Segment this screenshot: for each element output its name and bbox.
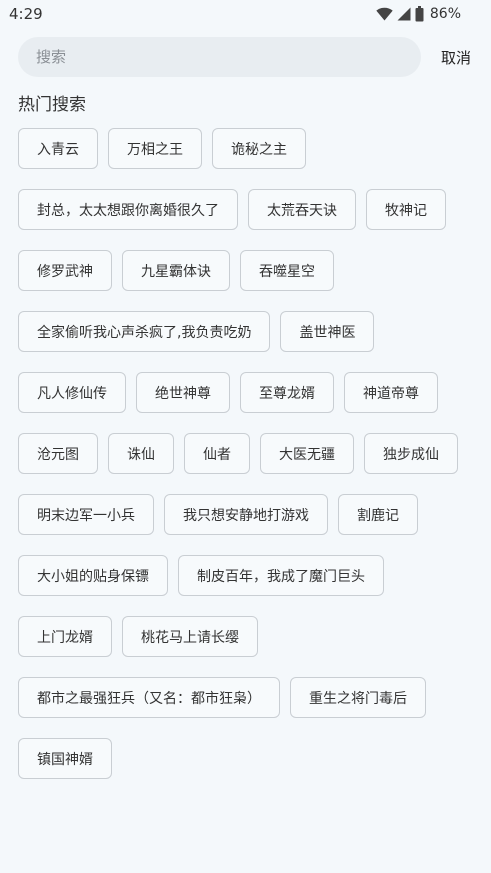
tag-row: 修罗武神 九星霸体诀 吞噬星空: [18, 250, 478, 291]
hot-search-tag[interactable]: 明末边军一小兵: [18, 494, 154, 535]
tag-row: 全家偷听我心声杀疯了,我负责吃奶 盖世神医: [18, 311, 478, 352]
tag-row: 镇国神婿: [18, 738, 478, 779]
hot-search-tag[interactable]: 九星霸体诀: [122, 250, 230, 291]
hot-search-title: 热门搜索: [18, 95, 86, 115]
hot-search-tag[interactable]: 凡人修仙传: [18, 372, 126, 413]
status-icons: 86%: [376, 5, 461, 23]
hot-search-tag[interactable]: 绝世神尊: [136, 372, 230, 413]
hot-search-tag[interactable]: 修罗武神: [18, 250, 112, 291]
hot-search-tag[interactable]: 重生之将门毒后: [290, 677, 426, 718]
hot-search-tag[interactable]: 都市之最强狂兵（又名：都市狂枭）: [18, 677, 280, 718]
hot-search-tag[interactable]: 入青云: [18, 128, 98, 169]
search-bar: 取消: [18, 37, 478, 77]
hot-search-tag[interactable]: 割鹿记: [338, 494, 418, 535]
hot-search-tag[interactable]: 沧元图: [18, 433, 98, 474]
hot-search-tag[interactable]: 太荒吞天诀: [248, 189, 356, 230]
hot-search-tag[interactable]: 诛仙: [108, 433, 174, 474]
tag-row: 明末边军一小兵 我只想安静地打游戏 割鹿记: [18, 494, 478, 535]
search-input[interactable]: [18, 37, 421, 77]
hot-search-tag[interactable]: 制皮百年，我成了魔门巨头: [178, 555, 384, 596]
hot-search-tag[interactable]: 盖世神医: [280, 311, 375, 352]
hot-search-tag[interactable]: 我只想安静地打游戏: [164, 494, 328, 535]
tag-row: 凡人修仙传 绝世神尊 至尊龙婿 神道帝尊: [18, 372, 478, 413]
hot-search-tag[interactable]: 镇国神婿: [18, 738, 112, 779]
hot-search-tags: 入青云 万相之王 诡秘之主 封总，太太想跟你离婚很久了 太荒吞天诀 牧神记 修罗武神 九星霸体…: [18, 128, 478, 799]
hot-search-tag[interactable]: 桃花马上请长缨: [122, 616, 258, 657]
cancel-button[interactable]: 取消: [441, 47, 471, 68]
status-bar: 4:29 86%: [0, 0, 491, 28]
hot-search-tag[interactable]: 独步成仙: [364, 433, 458, 474]
battery-icon: [415, 6, 424, 22]
tag-row: 封总，太太想跟你离婚很久了 太荒吞天诀 牧神记: [18, 189, 478, 230]
hot-search-tag[interactable]: 大医无疆: [260, 433, 354, 474]
hot-search-tag[interactable]: 仙者: [184, 433, 250, 474]
hot-search-tag[interactable]: 大小姐的贴身保镖: [18, 555, 168, 596]
tag-row: 上门龙婿 桃花马上请长缨: [18, 616, 478, 657]
cellular-signal-icon: [397, 7, 411, 21]
hot-search-tag[interactable]: 诡秘之主: [212, 128, 306, 169]
hot-search-tag[interactable]: 封总，太太想跟你离婚很久了: [18, 189, 238, 230]
hot-search-tag[interactable]: 上门龙婿: [18, 616, 112, 657]
tag-row: 入青云 万相之王 诡秘之主: [18, 128, 478, 169]
hot-search-tag[interactable]: 万相之王: [108, 128, 202, 169]
wifi-icon: [376, 7, 393, 21]
hot-search-tag[interactable]: 牧神记: [366, 189, 446, 230]
hot-search-tag[interactable]: 至尊龙婿: [240, 372, 334, 413]
hot-search-tag[interactable]: 全家偷听我心声杀疯了,我负责吃奶: [18, 311, 271, 352]
hot-search-tag[interactable]: 吞噬星空: [240, 250, 334, 291]
tag-row: 沧元图 诛仙 仙者 大医无疆 独步成仙: [18, 433, 478, 474]
battery-percentage: 86%: [429, 6, 461, 22]
hot-search-tag[interactable]: 神道帝尊: [344, 372, 438, 413]
tag-row: 都市之最强狂兵（又名：都市狂枭） 重生之将门毒后: [18, 677, 478, 718]
status-time: 4:29: [9, 5, 43, 23]
tag-row: 大小姐的贴身保镖 制皮百年，我成了魔门巨头: [18, 555, 478, 596]
